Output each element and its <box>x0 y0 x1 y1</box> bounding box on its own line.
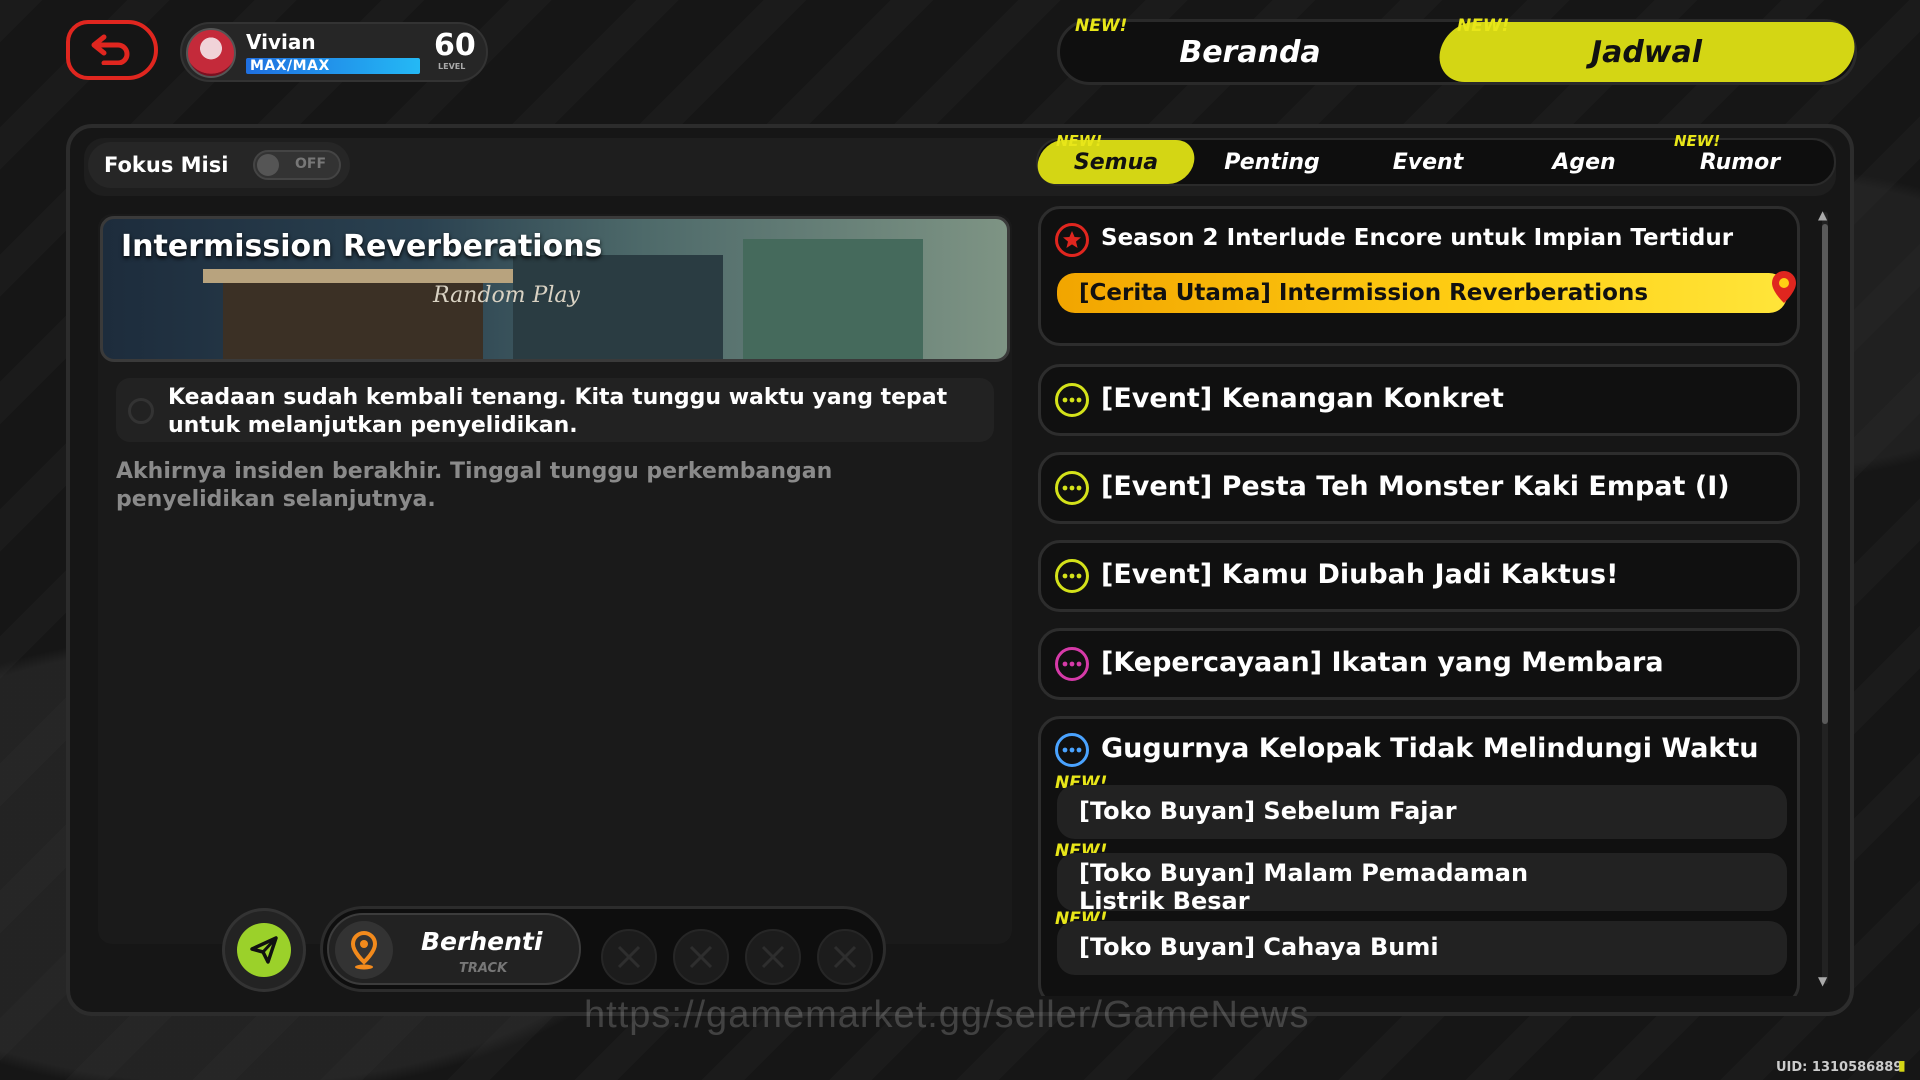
track-label: Berhenti <box>421 927 543 956</box>
navigate-button[interactable] <box>222 908 306 992</box>
exp-bar: MAX/MAX <box>246 58 420 74</box>
quest-title: Intermission Reverberations <box>121 229 603 264</box>
quest-detail: Random Play Intermission Reverberations … <box>98 214 1012 944</box>
quest-group-title: Gugurnya Kelopak Tidak Melindungi Waktu <box>1101 733 1759 764</box>
banner-roof <box>203 269 523 283</box>
objective-text: Keadaan sudah kembali tenang. Kita tungg… <box>168 385 948 438</box>
quest-item-title: [Kepercayaan] Ikatan yang Membara <box>1101 647 1664 678</box>
mission-focus-control: Fokus Misi OFF <box>88 142 350 188</box>
scrollbar[interactable] <box>1822 212 1828 984</box>
quest-sub-item[interactable]: [Toko Buyan] Sebelum Fajar <box>1057 785 1787 839</box>
banner-shop-sign: Random Play <box>433 283 580 308</box>
watermark: https://gamemarket.gg/seller/GameNews <box>584 994 1310 1036</box>
quest-group-season[interactable]: Season 2 Interlude Encore untuk Impian T… <box>1038 206 1800 346</box>
tab-agen[interactable]: Agen <box>1506 140 1662 184</box>
tab-event[interactable]: Event <box>1350 140 1506 184</box>
more-dots-icon <box>1055 559 1089 593</box>
new-badge: NEW! <box>1056 132 1103 150</box>
avatar <box>186 28 236 78</box>
uid-label: UID: 1310586889 <box>1776 1060 1903 1075</box>
close-icon <box>833 945 857 969</box>
quest-objective: Keadaan sudah kembali tenang. Kita tungg… <box>116 378 994 442</box>
empty-slot <box>817 929 873 985</box>
quest-sub-item[interactable]: [Toko Buyan] Cahaya Bumi <box>1057 921 1787 975</box>
quest-item-selected[interactable]: [Cerita Utama] Intermission Reverberatio… <box>1057 273 1787 313</box>
quest-item[interactable]: [Event] Kamu Diubah Jadi Kaktus! <box>1038 540 1800 612</box>
close-icon <box>761 945 785 969</box>
level-label: LEVEL <box>438 62 466 71</box>
quest-item-title: [Event] Kenangan Konkret <box>1101 383 1504 414</box>
signal-icon: ▮ <box>1898 1058 1906 1074</box>
quest-group[interactable]: Gugurnya Kelopak Tidak Melindungi Waktu … <box>1038 716 1800 996</box>
player-card[interactable]: Vivian MAX/MAX 60 LEVEL <box>180 22 488 82</box>
toggle-knob <box>257 154 279 176</box>
quest-description: Akhirnya insiden berakhir. Tinggal tungg… <box>116 459 833 512</box>
player-level: 60 <box>434 28 476 63</box>
quest-group-title: Season 2 Interlude Encore untuk Impian T… <box>1101 225 1734 251</box>
close-icon <box>689 945 713 969</box>
track-pin-icon <box>1769 269 1799 309</box>
stop-track-button[interactable]: Berhenti TRACK <box>327 913 581 985</box>
quest-sub-item[interactable]: [Toko Buyan] Malam Pemadaman Listrik Bes… <box>1057 853 1787 915</box>
location-pin-icon <box>335 921 393 979</box>
paper-plane-icon <box>237 923 291 977</box>
more-dots-icon <box>1055 471 1089 505</box>
new-badge: NEW! <box>1457 16 1510 36</box>
empty-slot <box>673 929 729 985</box>
player-name: Vivian <box>246 30 316 54</box>
empty-slot <box>745 929 801 985</box>
quest-banner-image: Random Play Intermission Reverberations <box>100 216 1010 362</box>
quest-item-title: [Event] Pesta Teh Monster Kaki Empat (I) <box>1101 471 1730 502</box>
quest-item[interactable]: [Event] Kenangan Konkret <box>1038 364 1800 436</box>
mission-focus-toggle[interactable]: OFF <box>253 150 341 180</box>
quest-list: Season 2 Interlude Encore untuk Impian T… <box>1034 206 1804 996</box>
scroll-up-icon[interactable]: ▲ <box>1818 208 1827 222</box>
close-icon <box>617 945 641 969</box>
toggle-state: OFF <box>295 156 327 172</box>
back-button[interactable] <box>66 20 158 80</box>
tab-penting[interactable]: Penting <box>1194 140 1350 184</box>
more-dots-icon <box>1055 733 1089 767</box>
more-dots-icon <box>1055 647 1089 681</box>
back-arrow-icon <box>90 31 134 69</box>
quest-item[interactable]: [Kepercayaan] Ikatan yang Membara <box>1038 628 1800 700</box>
track-sublabel: TRACK <box>459 961 508 976</box>
mission-focus-label: Fokus Misi <box>104 153 229 177</box>
new-badge: NEW! <box>1075 16 1128 36</box>
objective-checkbox-icon <box>128 398 154 424</box>
star-icon <box>1055 223 1089 257</box>
quest-item-title: [Event] Kamu Diubah Jadi Kaktus! <box>1101 559 1619 590</box>
track-bar: Berhenti TRACK <box>320 906 886 992</box>
more-dots-icon <box>1055 383 1089 417</box>
scroll-down-icon[interactable]: ▼ <box>1818 974 1827 988</box>
banner-building <box>743 239 923 359</box>
banner-building <box>513 255 723 359</box>
empty-slot <box>601 929 657 985</box>
scrollbar-thumb[interactable] <box>1822 224 1828 724</box>
new-badge: NEW! <box>1674 132 1721 150</box>
quest-item[interactable]: [Event] Pesta Teh Monster Kaki Empat (I) <box>1038 452 1800 524</box>
